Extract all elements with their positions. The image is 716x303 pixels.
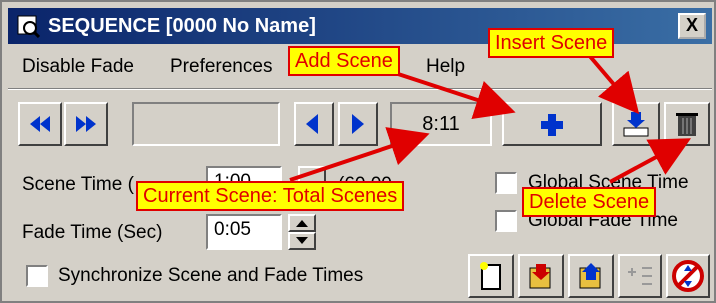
delete-scene-arrow xyxy=(609,138,692,184)
current-scene-callout: Current Scene: Total Scenes xyxy=(136,181,405,211)
delete-scene-callout: Delete Scene xyxy=(522,187,657,217)
insert-scene-callout: Insert Scene xyxy=(488,28,615,58)
add-scene-arrow xyxy=(391,70,516,120)
current-scene-arrow xyxy=(289,127,430,182)
add-scene-callout: Add Scene xyxy=(288,46,400,76)
insert-scene-arrow xyxy=(586,52,640,115)
